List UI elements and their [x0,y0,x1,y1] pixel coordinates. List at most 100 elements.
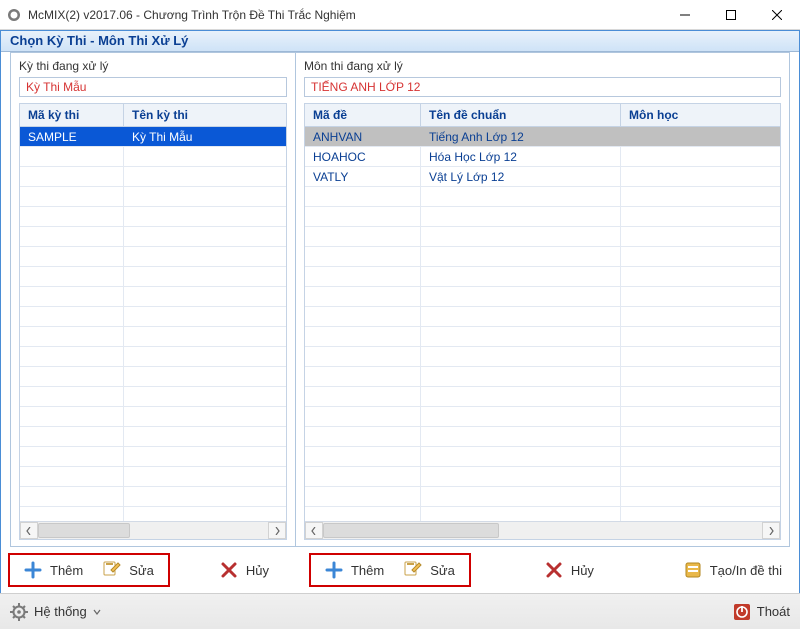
table-row [305,207,780,227]
cell-ma [305,487,421,506]
plus-icon [24,561,42,579]
table-row[interactable]: HOAHOCHóa Học Lớp 12 [305,147,780,167]
table-row [20,487,286,507]
cell-ma [20,487,124,506]
cell-mon [621,327,780,346]
right-add-button[interactable]: Thêm [315,557,394,583]
cell-ten: Hóa Học Lớp 12 [421,147,621,166]
table-row[interactable]: VATLYVật Lý Lớp 12 [305,167,780,187]
cell-ten [124,267,286,286]
cell-ma [305,367,421,386]
cell-ma [20,287,124,306]
cell-ten [421,407,621,426]
cell-mon [621,387,780,406]
table-row [305,327,780,347]
table-row [20,167,286,187]
cell-ma [20,167,124,186]
app-icon [6,7,22,23]
right-add-edit-group: Thêm Sửa [309,553,471,587]
left-add-button[interactable]: Thêm [14,557,93,583]
cell-ten [421,427,621,446]
right-pane-current-value[interactable]: TIẾNG ANH LỚP 12 [304,77,781,97]
cell-ma [305,327,421,346]
cell-ten [124,507,286,521]
cell-mon [621,507,780,521]
table-row [20,247,286,267]
cell-ten [124,207,286,226]
window-minimize-button[interactable] [662,0,708,29]
cell-ma [305,187,421,206]
left-pane-current-value[interactable]: Kỳ Thi Mẫu [19,77,287,97]
cell-ma [20,407,124,426]
right-cancel-button[interactable]: Hủy [535,557,604,583]
table-row [20,467,286,487]
cell-ten [421,187,621,206]
chevron-down-icon [93,604,101,619]
scroll-track[interactable] [323,522,762,539]
table-row [305,187,780,207]
cell-ma [305,407,421,426]
generate-print-button[interactable]: Tạo/In đề thi [674,557,792,583]
cell-ma [305,207,421,226]
cell-ma [20,307,124,326]
cell-ten [124,227,286,246]
cell-ma [305,267,421,286]
cell-ten [124,147,286,166]
page-subtitle-bar: Chọn Kỳ Thi - Môn Thi Xử Lý [0,30,800,52]
cell-ten: Vật Lý Lớp 12 [421,167,621,186]
cell-ten: Kỳ Thi Mẫu [124,127,286,146]
table-row[interactable]: SAMPLEKỳ Thi Mẫu [20,127,286,147]
cell-ten [421,307,621,326]
table-row [305,227,780,247]
status-label: Thoát [757,604,790,619]
cell-ten [124,347,286,366]
window-close-button[interactable] [754,0,800,29]
window-maximize-button[interactable] [708,0,754,29]
left-hscroll[interactable] [20,521,286,539]
table-row [305,307,780,327]
scroll-left-button[interactable] [305,522,323,539]
table-row [20,227,286,247]
left-edit-button[interactable]: Sửa [93,557,164,583]
left-col-ten[interactable]: Tên kỳ thi [124,104,286,126]
pane-exam-sessions: Kỳ thi đang xử lý Kỳ Thi Mẫu Mã kỳ thi T… [11,53,296,546]
scroll-track[interactable] [38,522,268,539]
left-col-ma[interactable]: Mã kỳ thi [20,104,124,126]
scroll-thumb[interactable] [38,523,130,538]
right-col-ten[interactable]: Tên đề chuẩn [421,104,621,126]
cell-ten [421,507,621,521]
toolbar: Thêm Sửa Hủy Thêm Sửa [8,549,792,591]
table-row [305,447,780,467]
table-row [20,387,286,407]
window-titlebar: McMIX(2) v2017.06 - Chương Trình Trộn Đề… [0,0,800,30]
right-pane-label: Môn thi đang xử lý [296,53,789,77]
cell-ten [124,247,286,266]
system-menu[interactable]: Hệ thống [10,603,101,621]
table-row [20,147,286,167]
cell-ma [305,287,421,306]
scroll-right-button[interactable] [268,522,286,539]
left-cancel-button[interactable]: Hủy [210,557,279,583]
cell-mon [621,447,780,466]
table-row [305,347,780,367]
table-row [20,407,286,427]
table-row[interactable]: ANHVANTiếng Anh Lớp 12 [305,127,780,147]
btn-label: Thêm [50,563,83,578]
right-edit-button[interactable]: Sửa [394,557,465,583]
table-row [305,507,780,521]
btn-label: Sửa [430,563,455,578]
scroll-right-button[interactable] [762,522,780,539]
cell-ma [305,387,421,406]
cell-mon [621,367,780,386]
right-col-mon[interactable]: Môn học [621,104,780,126]
right-hscroll[interactable] [305,521,780,539]
right-col-ma[interactable]: Mã đề [305,104,421,126]
x-icon [545,561,563,579]
exit-button[interactable]: Thoát [733,603,790,621]
scroll-left-button[interactable] [20,522,38,539]
cell-mon [621,147,780,166]
pane-subjects: Môn thi đang xử lý TIẾNG ANH LỚP 12 Mã đ… [296,53,789,546]
cell-ten [124,367,286,386]
scroll-thumb[interactable] [323,523,499,538]
left-add-edit-group: Thêm Sửa [8,553,170,587]
